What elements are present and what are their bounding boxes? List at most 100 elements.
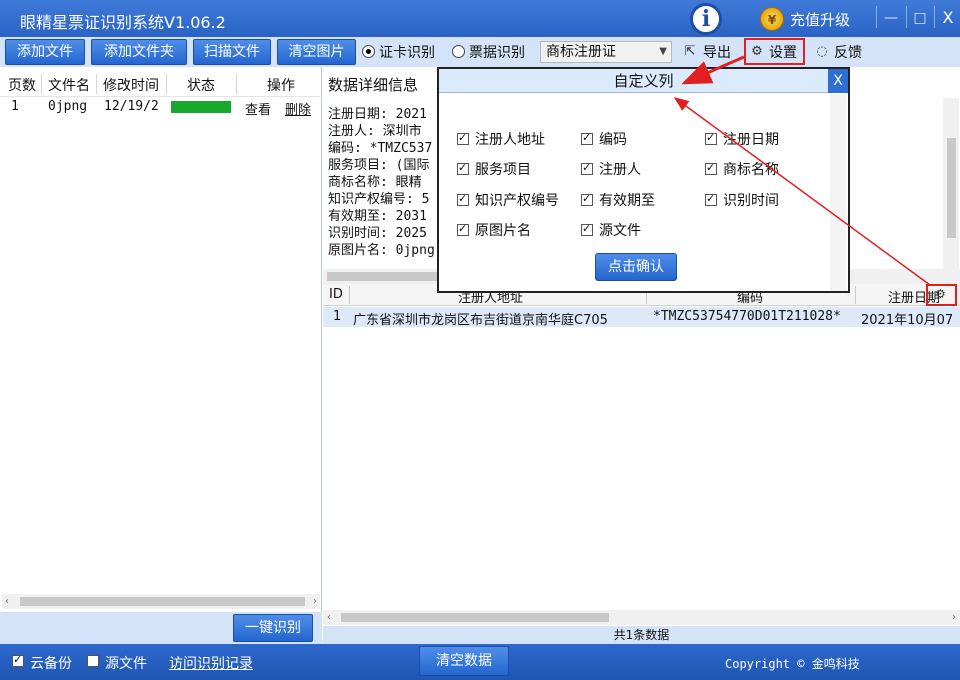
option-source-file[interactable]: 源文件: [581, 220, 641, 240]
minimize-button[interactable]: —: [880, 6, 902, 30]
detail-line: 原图片名: 0jpng: [328, 243, 435, 258]
recharge-upgrade-link[interactable]: 充值升级: [790, 9, 850, 30]
dialog-close-button[interactable]: X: [828, 69, 848, 93]
status-progress-bar: [171, 101, 231, 113]
source-file-checkbox[interactable]: [87, 655, 99, 667]
file-list-header: 页数 文件名 修改时间 状态 操作: [0, 71, 322, 97]
delete-link[interactable]: 删除: [285, 99, 311, 118]
grid-hscrollbar[interactable]: ‹ ›: [323, 610, 960, 625]
export-button[interactable]: 导出: [703, 42, 731, 62]
mode-card-radio[interactable]: [362, 45, 375, 58]
cell-date: 2021年10月07: [861, 313, 954, 328]
cell-code: *TMZC53754770D01T211028*: [653, 309, 841, 324]
info-icon[interactable]: i: [690, 3, 722, 35]
close-button[interactable]: X: [937, 6, 959, 30]
custom-columns-dialog: 自定义列 X 注册人地址 编码 注册日期 服务项目 注册人 商标名称 知识产权编…: [437, 67, 850, 293]
table-row[interactable]: 1 广东省深圳市龙岗区布吉街道京南华庭C705 *TMZC53754770D01…: [323, 307, 960, 328]
cloud-backup-label[interactable]: 云备份: [30, 653, 72, 673]
row-modified: 12/19/2: [104, 99, 159, 114]
option-code[interactable]: 编码: [581, 129, 627, 149]
clear-images-button[interactable]: 清空图片: [277, 39, 356, 65]
option-checkbox[interactable]: [457, 131, 469, 145]
header-separator: [96, 74, 97, 94]
option-checkbox[interactable]: [705, 192, 717, 206]
option-trademark-name[interactable]: 商标名称: [705, 159, 779, 179]
option-label: 有效期至: [599, 193, 655, 209]
option-registrant-address[interactable]: 注册人地址: [457, 129, 545, 149]
option-checkbox[interactable]: [581, 161, 593, 175]
chevron-down-icon: ▼: [659, 46, 667, 57]
dialog-title: 自定义列: [439, 69, 848, 93]
option-label: 注册人: [599, 162, 641, 178]
scrollbar-thumb[interactable]: [20, 597, 305, 606]
mode-bill-radio[interactable]: [452, 45, 465, 58]
detail-vscrollbar[interactable]: [943, 98, 959, 270]
option-label: 注册人地址: [475, 132, 545, 148]
scan-file-button[interactable]: 扫描文件: [193, 39, 271, 65]
mode-card-label[interactable]: 证卡识别: [379, 42, 435, 62]
source-file-label[interactable]: 源文件: [105, 653, 147, 673]
clear-data-button[interactable]: 清空数据: [419, 646, 509, 676]
option-registration-date[interactable]: 注册日期: [705, 129, 779, 149]
option-label: 知识产权编号: [475, 193, 559, 209]
cell-address: 广东省深圳市龙岗区布吉街道京南华庭C705: [353, 313, 608, 328]
option-checkbox[interactable]: [705, 161, 717, 175]
confirm-button[interactable]: 点击确认: [595, 253, 677, 281]
scroll-right-icon[interactable]: ›: [952, 610, 956, 625]
title-bar: 眼精星票证识别系统V1.06.2 i ¥ 充值升级 — □ X: [0, 0, 960, 37]
scroll-left-icon[interactable]: ‹: [327, 610, 331, 625]
footer: 云备份 源文件 访问识别记录 清空数据 Copyright © 金鸣科技: [0, 644, 960, 680]
add-folder-button[interactable]: 添加文件夹: [91, 39, 187, 65]
history-link[interactable]: 访问识别记录: [169, 653, 253, 673]
option-label: 商标名称: [723, 162, 779, 178]
option-checkbox[interactable]: [581, 131, 593, 145]
title-separator: [934, 6, 935, 28]
option-checkbox[interactable]: [581, 222, 593, 236]
option-ip-number[interactable]: 知识产权编号: [457, 190, 559, 210]
option-checkbox[interactable]: [705, 131, 717, 145]
header-modified: 修改时间: [103, 78, 159, 94]
option-valid-until[interactable]: 有效期至: [581, 190, 655, 210]
app-title: 眼精星票证识别系统V1.06.2: [20, 13, 226, 32]
maximize-button[interactable]: □: [909, 6, 931, 30]
view-link[interactable]: 查看: [245, 99, 271, 118]
row-filename: 0jpng: [48, 99, 88, 114]
feedback-button[interactable]: 反馈: [834, 42, 862, 62]
header-actions: 操作: [267, 78, 295, 94]
option-label: 源文件: [599, 223, 641, 239]
file-list-hscrollbar[interactable]: ‹ ›: [2, 594, 320, 609]
scroll-right-icon[interactable]: ›: [313, 594, 317, 609]
option-label: 编码: [599, 132, 627, 148]
header-separator: [41, 74, 42, 94]
header-separator: [166, 74, 167, 94]
option-original-image-name[interactable]: 原图片名: [457, 220, 531, 240]
header-page: 页数: [8, 78, 36, 94]
option-checkbox[interactable]: [457, 192, 469, 206]
header-status: 状态: [187, 78, 215, 94]
option-checkbox[interactable]: [457, 161, 469, 175]
left-action-strip: 一键识别: [0, 612, 322, 644]
scroll-left-icon[interactable]: ‹: [5, 594, 9, 609]
option-label: 原图片名: [475, 223, 531, 239]
option-registrant[interactable]: 注册人: [581, 159, 641, 179]
mode-bill-label[interactable]: 票据识别: [469, 42, 525, 62]
coin-icon[interactable]: ¥: [760, 7, 784, 31]
doc-type-select[interactable]: 商标注册证 ▼: [540, 41, 672, 63]
dialog-vscrollbar[interactable]: [830, 95, 846, 291]
option-recognition-time[interactable]: 识别时间: [705, 190, 779, 210]
option-service-items[interactable]: 服务项目: [457, 159, 531, 179]
dialog-title-text: 自定义列: [613, 72, 674, 90]
export-icon[interactable]: ⇱: [682, 44, 698, 60]
option-checkbox[interactable]: [581, 192, 593, 206]
recognize-all-button[interactable]: 一键识别: [233, 614, 313, 642]
option-checkbox[interactable]: [457, 222, 469, 236]
grid-header-separator: [349, 286, 350, 304]
header-filename: 文件名: [48, 78, 90, 94]
scrollbar-thumb[interactable]: [341, 613, 609, 622]
scrollbar-thumb[interactable]: [947, 138, 956, 238]
column-settings-icon[interactable]: ⚙: [935, 287, 946, 301]
add-file-button[interactable]: 添加文件: [5, 39, 85, 65]
copyright-text: Copyright © 金鸣科技: [725, 657, 860, 671]
cloud-backup-checkbox[interactable]: [12, 653, 24, 667]
feedback-icon[interactable]: ◌: [814, 44, 830, 60]
